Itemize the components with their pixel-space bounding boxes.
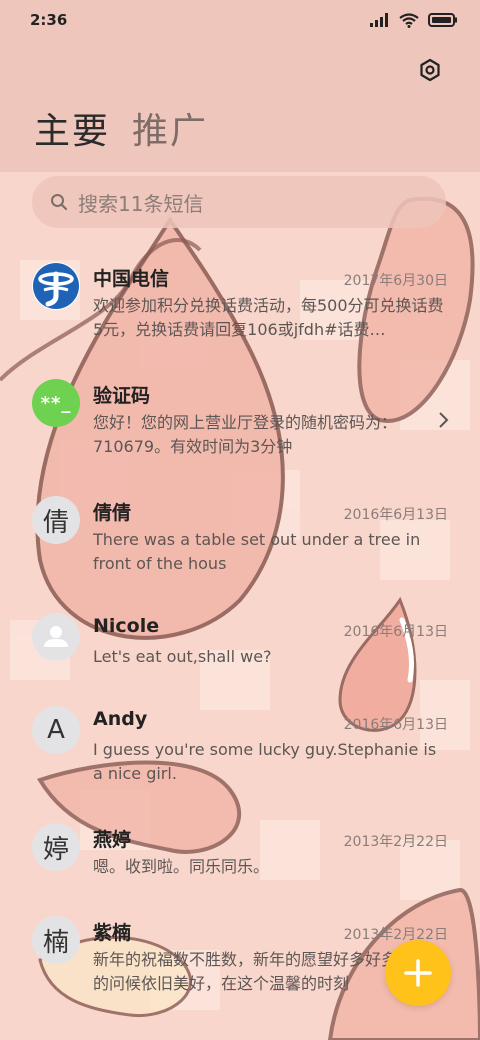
avatar: 楠 — [32, 916, 80, 964]
person-icon — [44, 626, 68, 647]
conversation-row[interactable]: A Andy 2016年6月13日 I guess you're some lu… — [0, 694, 480, 811]
message-preview: 嗯。收到啦。同乐同乐。 — [93, 857, 270, 876]
avatar: 倩 — [32, 496, 80, 544]
search-icon — [51, 194, 68, 211]
conversation-row[interactable]: Nicole 2016年6月13日 Let's eat out,shall we… — [0, 601, 480, 694]
settings-icon — [420, 58, 440, 82]
message-preview: Let's eat out,shall we? — [93, 647, 272, 666]
avatar: 婷 — [32, 823, 80, 871]
message-date: 2016年6月13日 — [343, 624, 448, 640]
conversation-list: 中国电信 2017年6月30日 欢迎参加积分兑换话费活动，每500分可兑换话费5… — [0, 250, 480, 1021]
tab-promotions[interactable]: 推广 — [132, 108, 208, 156]
tab-bar: 主要 推广 — [34, 108, 208, 156]
contact-name: 紫楠 — [93, 922, 132, 944]
avatar: A — [32, 706, 80, 754]
message-date: 2013年2月22日 — [343, 927, 448, 943]
contact-name: 中国电信 — [93, 268, 170, 290]
contact-name: Andy — [93, 708, 148, 730]
plus-icon — [404, 959, 432, 987]
avatar: **_ — [32, 379, 80, 427]
battery-icon — [428, 13, 457, 27]
conversation-row[interactable]: 中国电信 2017年6月30日 欢迎参加积分兑换话费活动，每500分可兑换话费5… — [0, 250, 480, 367]
contact-name: 燕婷 — [93, 829, 132, 851]
message-preview: I guess you're some lucky guy.Stephanie … — [93, 740, 437, 783]
conversation-row[interactable]: 倩 倩倩 2016年6月13日 There was a table set ou… — [0, 484, 480, 601]
avatar — [32, 262, 80, 310]
message-preview: There was a table set out under a tree i… — [93, 530, 421, 573]
message-date: 2016年6月13日 — [343, 507, 448, 523]
signal-icon — [370, 13, 388, 27]
status-bar: 2:36 — [0, 0, 480, 40]
settings-button[interactable] — [414, 54, 446, 86]
search-placeholder: 搜索11条短信 — [78, 191, 204, 216]
compose-button[interactable] — [385, 940, 451, 1006]
conversation-row[interactable]: **_ 验证码 您好！您的网上营业厅登录的随机密码为：710679。有效时间为3… — [0, 367, 480, 484]
tab-main[interactable]: 主要 — [34, 108, 110, 156]
wifi-icon — [399, 12, 419, 28]
message-date: 2017年6月30日 — [343, 273, 448, 289]
message-date: 2016年6月13日 — [343, 717, 448, 733]
status-time: 2:36 — [30, 11, 68, 29]
avatar — [32, 613, 80, 661]
telecom-logo-icon — [33, 263, 79, 309]
message-preview: 您好！您的网上营业厅登录的随机密码为：710679。有效时间为3分钟 — [93, 413, 398, 456]
contact-name: 倩倩 — [93, 502, 132, 524]
message-date: 2013年2月22日 — [343, 834, 448, 850]
contact-name: 验证码 — [93, 385, 151, 407]
message-preview: 欢迎参加积分兑换话费活动，每500分可兑换话费5元，兑换话费请回复106或jfd… — [93, 296, 444, 339]
status-icons — [370, 12, 458, 28]
search-input[interactable]: 搜索11条短信 — [32, 176, 446, 228]
chevron-right-icon — [439, 412, 449, 428]
conversation-row[interactable]: 婷 燕婷 2013年2月22日 嗯。收到啦。同乐同乐。 — [0, 811, 480, 904]
contact-name: Nicole — [93, 615, 160, 637]
